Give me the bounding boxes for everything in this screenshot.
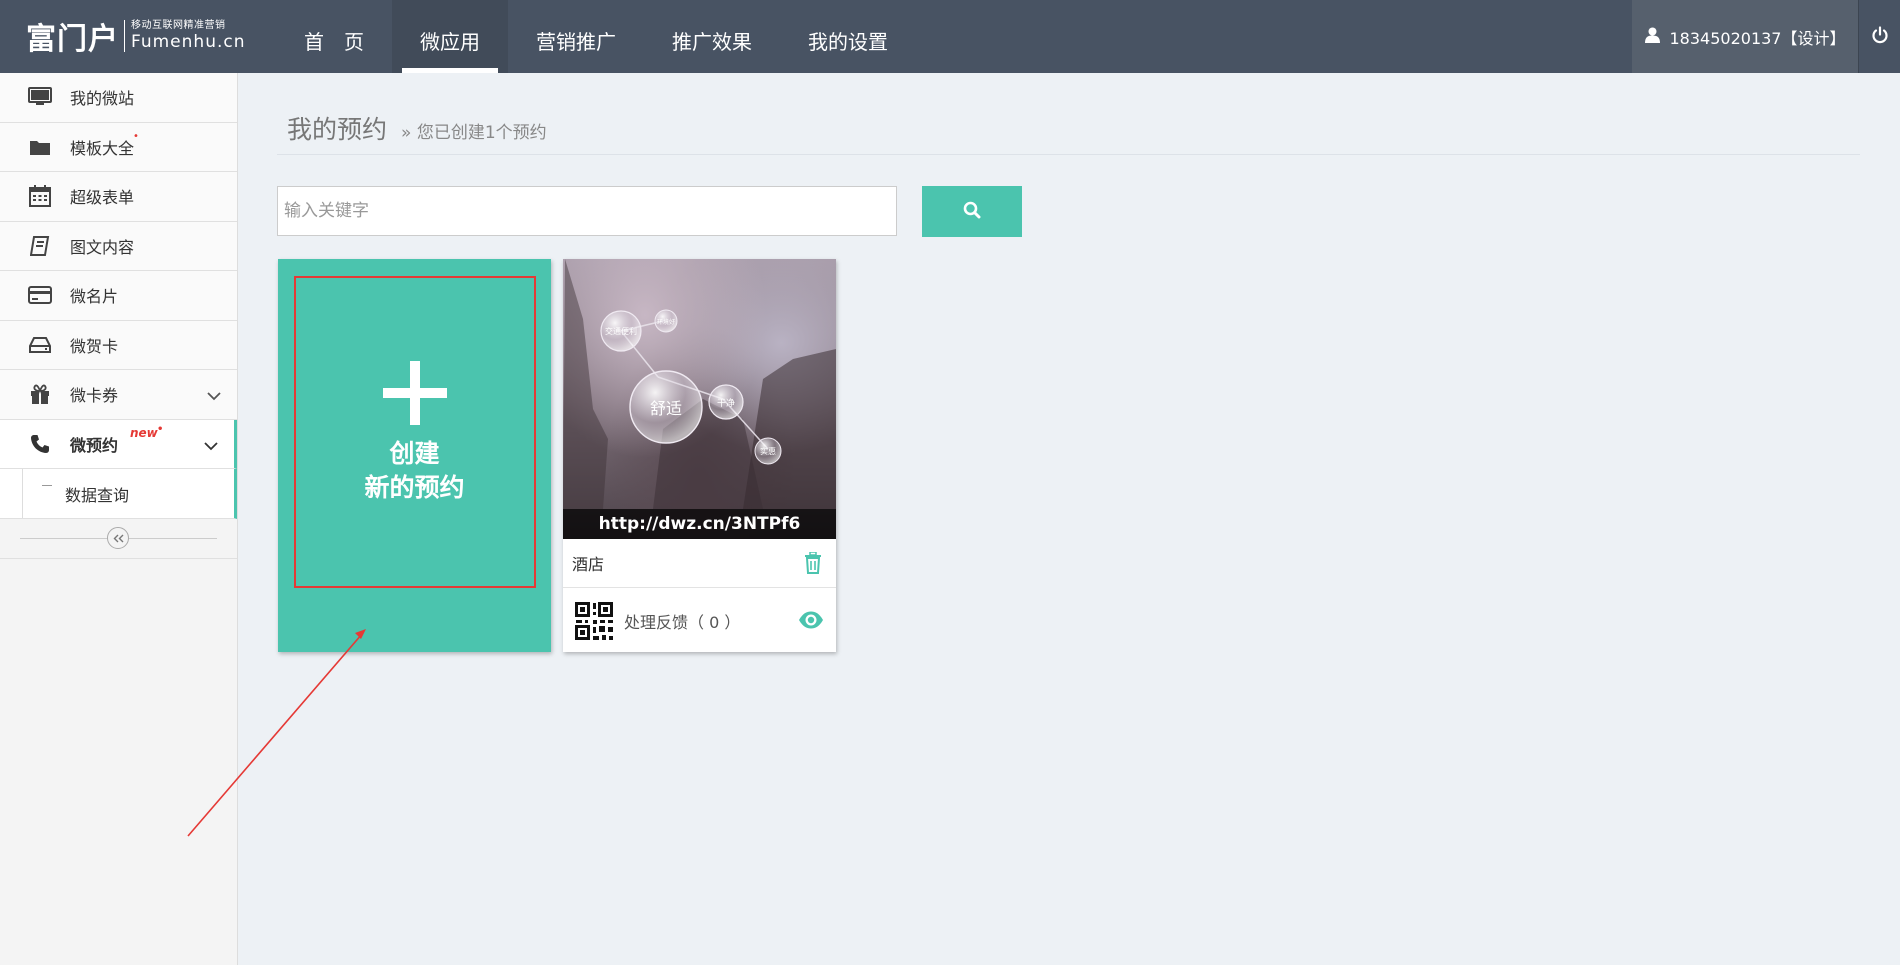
- logout-button[interactable]: [1858, 0, 1900, 73]
- feedback-row: 处理反馈（ 0 ）: [563, 589, 836, 652]
- sidebar-item-label: 图文内容: [70, 237, 135, 257]
- monitor-icon: [28, 86, 52, 108]
- logo[interactable]: 富门户 移动互联网精准营销 Fumenhu.cn: [26, 18, 246, 57]
- main-nav: 首 页 微应用 营销推广 推广效果 我的设置: [276, 0, 916, 73]
- reservation-name: 酒店: [572, 555, 605, 574]
- create-reservation-card[interactable]: 创建 新的预约: [278, 259, 551, 652]
- page-title: 我的预约: [287, 115, 388, 144]
- chevron-down-icon[interactable]: [204, 436, 218, 455]
- feedback-link[interactable]: 处理反馈（ 0 ）: [624, 609, 740, 633]
- sidebar-collapse-row: [0, 519, 237, 559]
- sidebar-item-label: 模板大全: [70, 138, 135, 158]
- sidebar-subitem-label: 数据查询: [65, 485, 130, 505]
- bubble-label: 舒适: [650, 399, 682, 418]
- book-icon: [28, 235, 52, 257]
- sidebar-item-label: 我的微站: [70, 89, 135, 109]
- search-icon: [963, 201, 981, 222]
- calendar-icon: [28, 185, 52, 208]
- sidebar-item-reservations[interactable]: 微预约 new •: [0, 419, 237, 469]
- qr-code-icon[interactable]: [574, 600, 614, 641]
- phone-icon: [28, 433, 52, 455]
- nav-item-micro-apps[interactable]: 微应用: [392, 0, 508, 73]
- user-icon: [1644, 27, 1660, 47]
- sidebar-item-templates[interactable]: 模板大全 •: [0, 122, 237, 172]
- plus-icon: [383, 361, 447, 425]
- chevron-down-icon[interactable]: [207, 386, 221, 405]
- user-name: 18345020137【设计】: [1669, 28, 1846, 48]
- bubble-label: 干净: [717, 397, 735, 409]
- power-icon: [1871, 25, 1889, 48]
- sidebar-item-label: 微卡券: [70, 386, 119, 406]
- create-card-line1: 创建: [389, 439, 440, 468]
- create-card-line2: 新的预约: [364, 473, 465, 502]
- logo-text: 富门户: [26, 22, 119, 57]
- nav-item-marketing[interactable]: 营销推广: [508, 0, 644, 73]
- trash-icon[interactable]: [804, 551, 822, 578]
- page-subtitle: » 您已创建1个预约: [401, 123, 547, 143]
- sidebar-item-super-form[interactable]: 超级表单: [0, 172, 237, 222]
- folder-icon: [28, 136, 52, 158]
- cover-image[interactable]: 舒适 干净 实惠 交通便利 环境好 http://dwz.cn/3NTPf6: [563, 259, 836, 539]
- logo-tagline: 移动互联网精准营销: [131, 20, 226, 31]
- reservation-card: 舒适 干净 实惠 交通便利 环境好 http://dwz.cn/3NTPf6 酒…: [563, 259, 836, 652]
- user-menu[interactable]: 18345020137【设计】: [1632, 0, 1858, 73]
- new-dot-badge: •: [157, 423, 164, 435]
- nav-item-settings[interactable]: 我的设置: [780, 0, 916, 73]
- search-button[interactable]: [922, 186, 1022, 237]
- sidebar-item-coupons[interactable]: 微卡券: [0, 370, 237, 420]
- card-icon: [28, 284, 52, 306]
- tree-dash: [42, 485, 52, 486]
- reservation-name-row: 酒店: [563, 539, 836, 588]
- sidebar-item-articles[interactable]: 图文内容: [0, 221, 237, 271]
- inbox-icon: [28, 334, 52, 356]
- bubble-label: 交通便利: [605, 326, 637, 336]
- sidebar-item-greeting-card[interactable]: 微贺卡: [0, 320, 237, 370]
- logo-domain: Fumenhu.cn: [131, 32, 246, 52]
- bubble-label: 环境好: [657, 318, 675, 326]
- sidebar-item-business-card[interactable]: 微名片: [0, 271, 237, 321]
- eye-icon[interactable]: [798, 611, 824, 633]
- logo-side: 移动互联网精准营销 Fumenhu.cn: [131, 20, 246, 52]
- double-chevron-left-icon[interactable]: [107, 527, 129, 549]
- search-input[interactable]: [277, 186, 897, 236]
- new-badge: new: [130, 425, 158, 440]
- sidebar-subitem-data-query[interactable]: 数据查询: [0, 469, 237, 519]
- bubble-illustration: 舒适 干净 实惠 交通便利 环境好: [563, 259, 836, 509]
- sidebar-item-label: 微贺卡: [70, 336, 119, 356]
- sidebar-item-label: 超级表单: [70, 188, 135, 208]
- gift-icon: [28, 383, 52, 405]
- sidebar-item-my-site[interactable]: 我的微站: [0, 73, 237, 123]
- short-url: http://dwz.cn/3NTPf6: [563, 509, 836, 539]
- top-navbar: 富门户 移动互联网精准营销 Fumenhu.cn 首 页 微应用 营销推广 推广…: [0, 0, 1900, 73]
- sidebar-item-label: 微名片: [70, 287, 119, 307]
- sidebar-item-label: 微预约: [70, 435, 119, 455]
- nav-item-effects[interactable]: 推广效果: [644, 0, 780, 73]
- new-dot-badge: •: [133, 130, 139, 142]
- nav-item-home[interactable]: 首 页: [276, 0, 392, 73]
- highlight-box: [294, 276, 536, 588]
- page-header: 我的预约 » 您已创建1个预约: [277, 110, 1860, 155]
- bubble-label: 实惠: [760, 446, 776, 456]
- sidebar: 我的微站 模板大全 • 超级表单 图文内容 微名片 微贺卡 微卡券 微预约 ne…: [0, 73, 238, 965]
- logo-divider: [124, 20, 125, 52]
